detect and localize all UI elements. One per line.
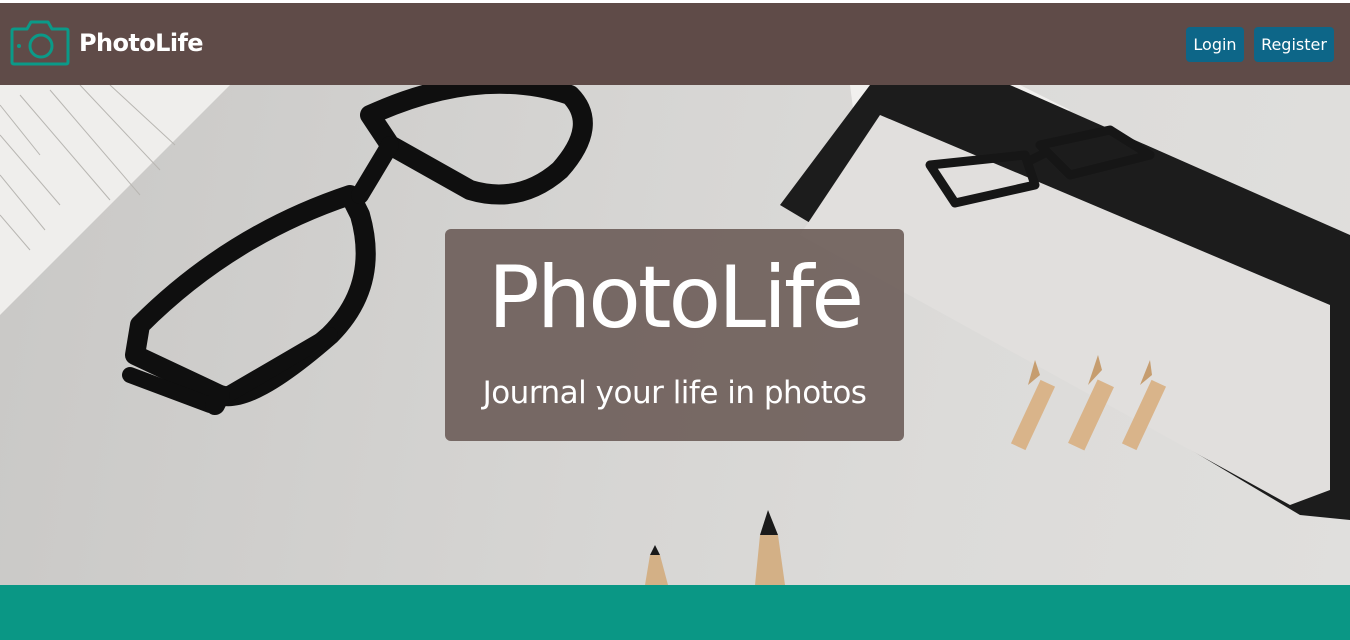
register-button[interactable]: Register xyxy=(1254,27,1334,62)
hero-title: PhotoLife xyxy=(487,248,864,348)
hero-overlay-box: PhotoLife Journal your life in photos xyxy=(445,229,904,441)
brand-name: PhotoLife xyxy=(79,29,204,57)
page: PhotoLife Login Register PhotoLife Journ… xyxy=(0,0,1350,640)
hero-section: PhotoLife Journal your life in photos xyxy=(0,85,1350,585)
login-button[interactable]: Login xyxy=(1186,27,1244,62)
camera-icon xyxy=(10,20,70,66)
navbar: PhotoLife Login Register xyxy=(0,3,1350,85)
footer-band xyxy=(0,585,1350,640)
hero-subtitle: Journal your life in photos xyxy=(482,375,867,411)
brand-link[interactable]: PhotoLife xyxy=(10,20,204,66)
